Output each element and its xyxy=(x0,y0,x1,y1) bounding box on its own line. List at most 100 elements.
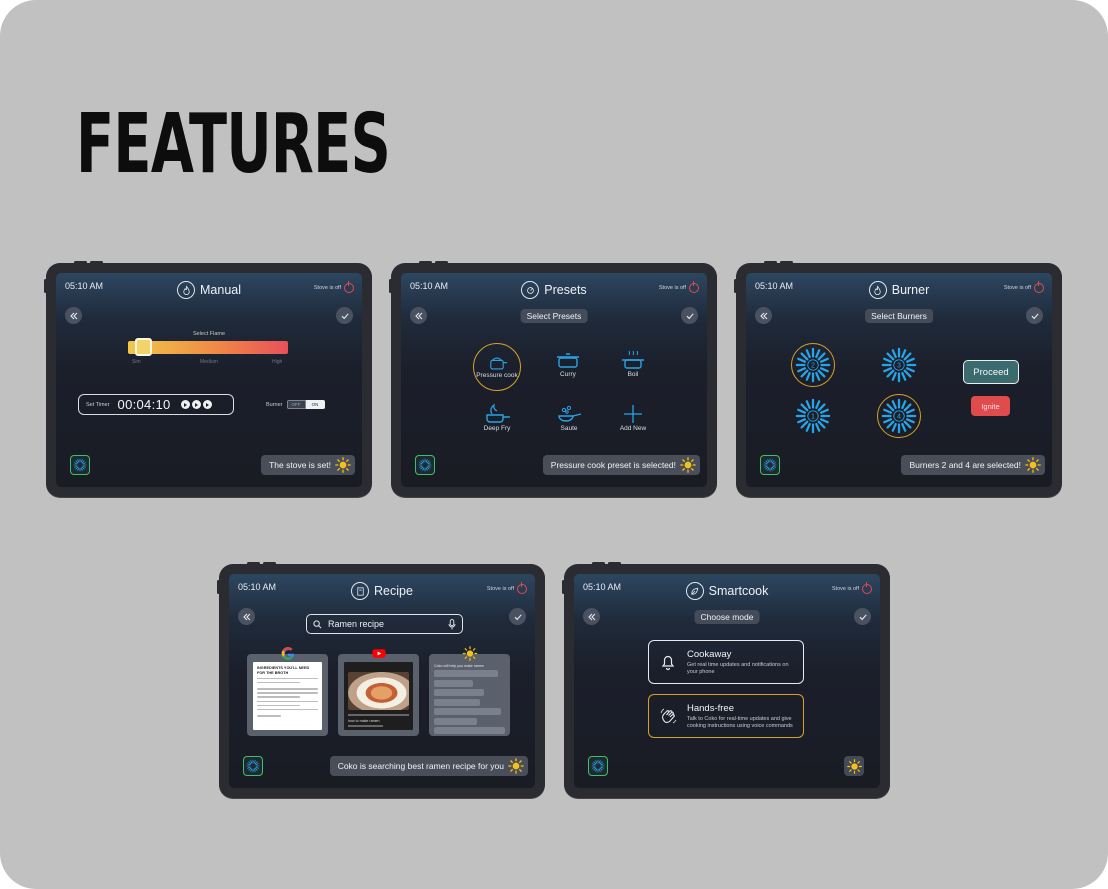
burner-toggle-label: Burner xyxy=(266,401,283,408)
tablet-presets: 05:10 AM Presets Stove is off Select Pre… xyxy=(389,261,717,497)
microphone-icon[interactable] xyxy=(448,618,456,630)
back-button[interactable] xyxy=(65,307,82,324)
choose-mode-pill: Choose mode xyxy=(694,610,760,624)
sun-icon xyxy=(680,457,696,473)
mode-hands-free[interactable]: Hands-free Talk to Coko for real-time up… xyxy=(648,694,804,738)
tablet-manual: 05:10 AM Manual Stove is off Select Flam… xyxy=(44,261,372,497)
tablet-smartcook: 05:10 AM Smartcook Stove is off Choose m… xyxy=(562,562,890,798)
power-icon[interactable] xyxy=(689,281,699,293)
plus-icon xyxy=(624,405,642,423)
back-button[interactable] xyxy=(410,307,427,324)
power-icon[interactable] xyxy=(517,582,527,594)
power-icon[interactable] xyxy=(1034,281,1044,293)
leaf-icon xyxy=(685,582,704,600)
power-icon[interactable] xyxy=(862,582,872,594)
burner-icon: 1 xyxy=(794,397,832,435)
preset-saute[interactable]: Saute xyxy=(544,403,594,433)
coko-chat-card[interactable]: Coko will help you make ramen xyxy=(429,654,510,736)
confirm-button[interactable] xyxy=(1026,307,1043,324)
flame-icon xyxy=(868,281,887,299)
preset-add-new[interactable]: Add New xyxy=(608,403,658,433)
saute-pan-icon xyxy=(558,405,582,422)
power-icon[interactable] xyxy=(344,281,354,293)
preset-boil[interactable]: Boil xyxy=(608,349,658,379)
screen-title-label: Burner xyxy=(891,283,930,297)
burner-chip-button[interactable] xyxy=(760,455,780,475)
double-chevron-left-icon xyxy=(69,311,79,321)
wave-hand-icon xyxy=(660,708,677,724)
timer-field[interactable]: Set Timer 00:04:10 xyxy=(78,394,234,415)
recipe-search-input[interactable]: Ramen recipe xyxy=(306,614,463,634)
burner-chip-button[interactable] xyxy=(70,455,90,475)
double-chevron-left-icon xyxy=(587,612,597,622)
confirm-button[interactable] xyxy=(681,307,698,324)
svg-text:2: 2 xyxy=(811,361,815,369)
chat-intro: Coko will help you make ramen xyxy=(434,664,484,668)
play-icon[interactable] xyxy=(202,400,212,409)
mode-description: Get real time updates and notifications … xyxy=(687,661,789,675)
confirm-button[interactable] xyxy=(509,608,526,625)
search-value: Ramen recipe xyxy=(328,619,385,629)
flame-slider-handle[interactable] xyxy=(135,338,153,356)
timer-label: Set Timer xyxy=(86,401,110,408)
flame-scale-low: Sim xyxy=(132,359,141,365)
double-chevron-left-icon xyxy=(414,311,424,321)
page-headline: FEATURES xyxy=(76,97,391,192)
back-button[interactable] xyxy=(238,608,255,625)
toggle-off[interactable]: OFF xyxy=(286,400,306,409)
recipe-screen: 05:10 AM Recipe Stove is off Ramen recip… xyxy=(229,574,535,788)
burner-screen: 05:10 AM Burner Stove is off Select Burn… xyxy=(746,273,1052,487)
canvas: FEATURES 05:10 AM Manual Stove is off Se… xyxy=(0,0,1108,889)
screen-title-label: Smartcook xyxy=(708,584,769,598)
proceed-button[interactable]: Proceed xyxy=(963,360,1019,384)
video-preview: how to make ramen xyxy=(344,662,413,730)
tablet-recipe: 05:10 AM Recipe Stove is off Ramen recip… xyxy=(217,562,545,798)
burner-3[interactable]: 3 xyxy=(877,343,921,387)
youtube-result-card[interactable]: how to make ramen xyxy=(338,649,419,736)
google-result-card[interactable]: INGREDIENTS YOU'LL NEED FOR THE BROTH xyxy=(247,647,328,736)
assistant-button[interactable] xyxy=(844,756,864,776)
recipe-book-icon xyxy=(351,582,370,600)
play-icon[interactable] xyxy=(180,400,190,409)
play-icon[interactable] xyxy=(191,400,201,409)
checkmark-icon xyxy=(513,612,523,622)
svg-text:3: 3 xyxy=(897,361,901,369)
sun-icon xyxy=(335,457,351,473)
svg-text:4: 4 xyxy=(897,412,901,420)
burner-4[interactable]: 4 xyxy=(877,394,921,438)
burner-1[interactable]: 1 xyxy=(791,394,835,438)
screen-title-label: Presets xyxy=(544,283,587,297)
confirm-button[interactable] xyxy=(336,307,353,324)
preset-pressure-cook[interactable]: Pressure cook xyxy=(473,343,521,391)
back-button[interactable] xyxy=(755,307,772,324)
burner-2[interactable]: 2 xyxy=(791,343,835,387)
ignite-button[interactable]: Ignite xyxy=(971,396,1010,416)
burner-chip-button[interactable] xyxy=(588,756,608,776)
burner-toggle-group: Burner OFF ON xyxy=(266,400,325,409)
burner-icon: 4 xyxy=(880,397,918,435)
burner-icon xyxy=(246,759,260,773)
select-burners-pill: Select Burners xyxy=(865,309,933,323)
burner-chip-button[interactable] xyxy=(243,756,263,776)
preset-deep-fry[interactable]: Deep Fry xyxy=(472,403,522,433)
checkmark-icon xyxy=(340,311,350,321)
checkmark-icon xyxy=(685,311,695,321)
preset-curry[interactable]: Curry xyxy=(543,349,593,379)
mode-description: Talk to Coko for real-time updates and g… xyxy=(687,715,793,729)
burner-icon xyxy=(418,458,432,472)
checkmark-icon xyxy=(1030,311,1040,321)
article-preview: INGREDIENTS YOU'LL NEED FOR THE BROTH xyxy=(253,662,322,730)
double-chevron-left-icon xyxy=(242,612,252,622)
toggle-on[interactable]: ON xyxy=(305,400,325,409)
select-presets-pill: Select Presets xyxy=(520,309,588,323)
confirm-button[interactable] xyxy=(854,608,871,625)
burner-chip-button[interactable] xyxy=(415,455,435,475)
back-button[interactable] xyxy=(583,608,600,625)
mode-cookaway[interactable]: Cookaway Get real time updates and notif… xyxy=(648,640,804,684)
status-toast: Burners 2 and 4 are selected! xyxy=(901,455,1045,475)
bell-icon xyxy=(661,655,675,671)
boiling-pot-icon xyxy=(622,350,644,369)
timer-value: 00:04:10 xyxy=(117,397,171,412)
burner-icon xyxy=(763,458,777,472)
burner-toggle[interactable]: OFF ON xyxy=(286,400,325,409)
